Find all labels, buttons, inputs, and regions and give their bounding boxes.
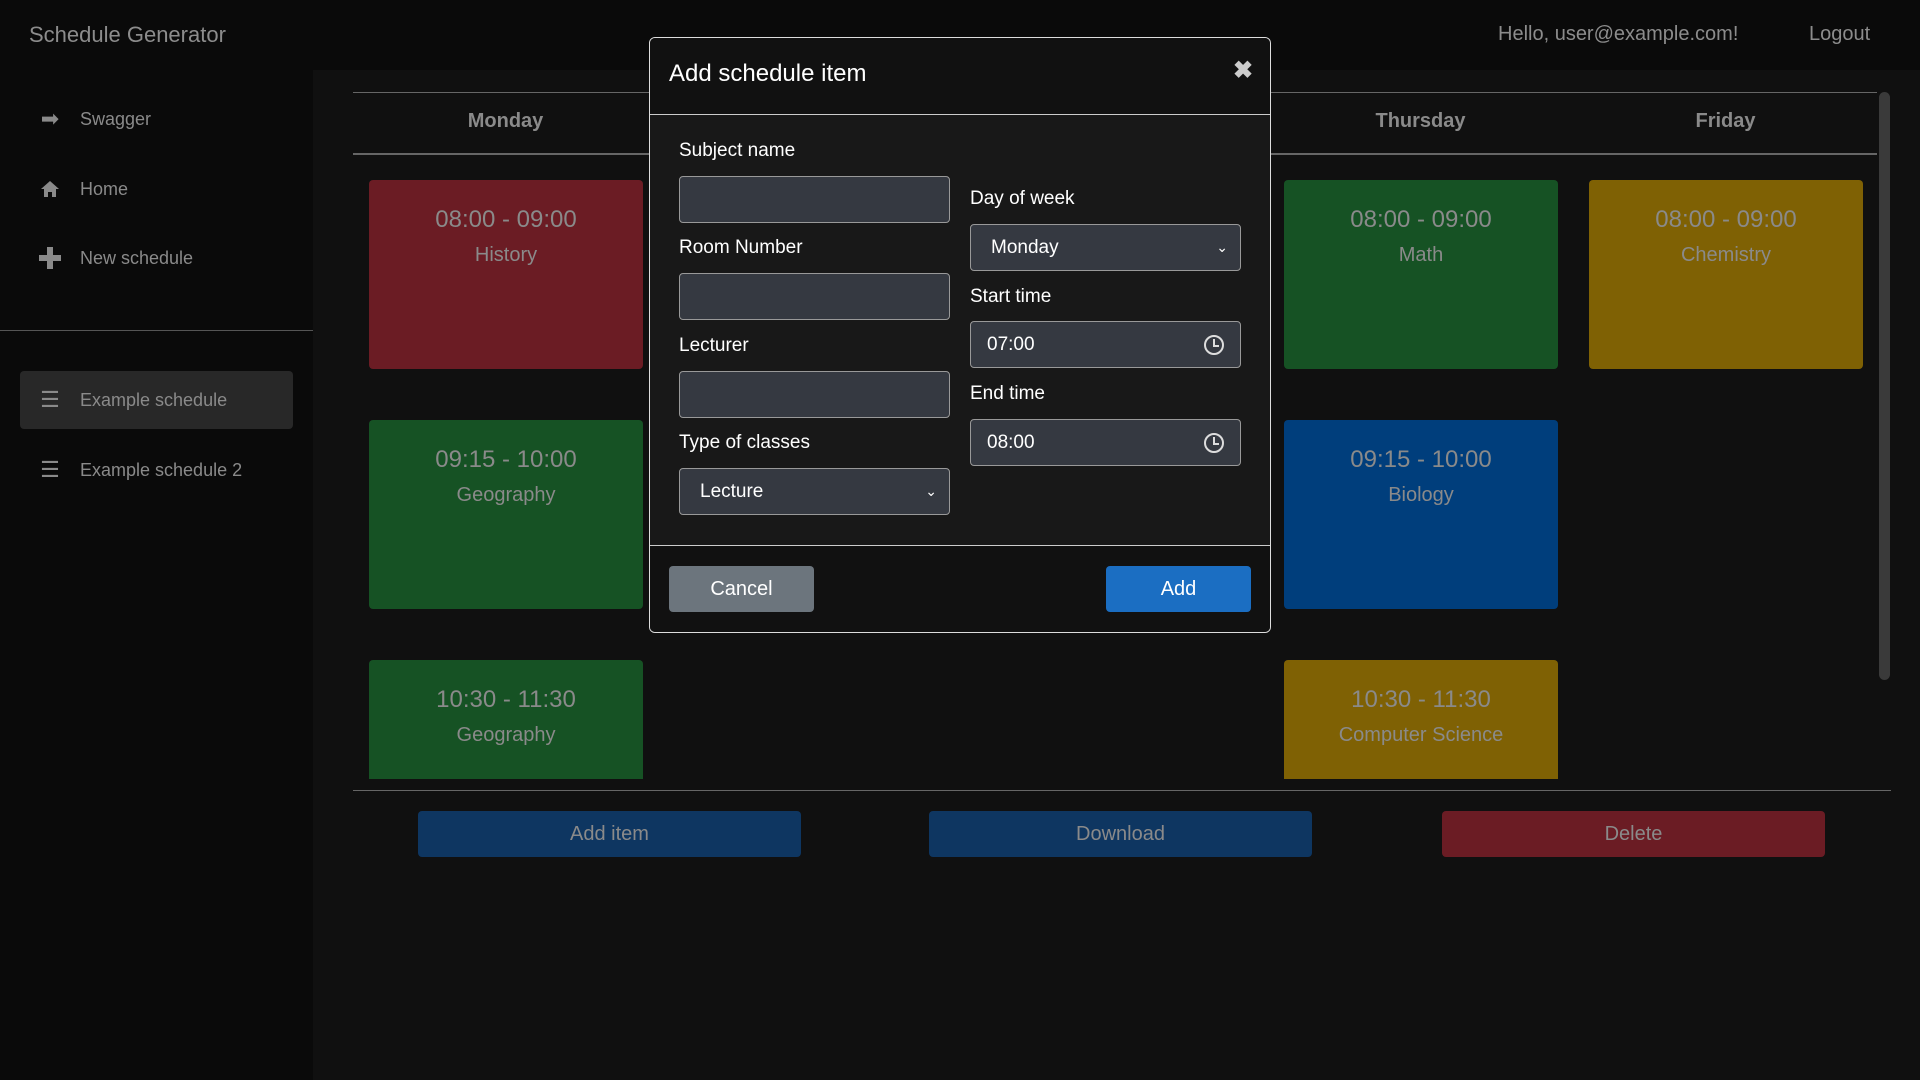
card-subject: Math	[1398, 244, 1444, 266]
sidebar-item-example-schedule-2[interactable]: ☰ Example schedule 2	[20, 441, 293, 499]
card-subject: History	[474, 244, 538, 266]
card-subject: Geography	[456, 484, 556, 506]
user-greeting: Hello, user@example.com!	[1498, 23, 1739, 45]
schedule-card[interactable]: 09:15 - 10:00 Geography	[369, 420, 643, 609]
logout-link[interactable]: Logout	[1809, 23, 1870, 46]
card-subject: Computer Science	[1338, 724, 1504, 746]
day-value: Monday	[991, 236, 1059, 258]
table-bottom-border	[353, 790, 1891, 791]
chevron-down-icon: ⌄	[925, 483, 937, 499]
chevron-down-icon: ⌄	[1216, 239, 1228, 255]
card-time: 09:15 - 10:00	[1350, 446, 1492, 473]
list-icon: ☰	[40, 387, 60, 412]
type-value: Lecture	[700, 480, 764, 502]
modal-header: Add schedule item ✖	[650, 38, 1270, 115]
home-icon	[20, 179, 80, 199]
clock-icon[interactable]	[1204, 433, 1224, 453]
sidebar-item-home[interactable]: Home	[20, 160, 293, 218]
start-time-label: Start time	[970, 286, 1052, 307]
end-time-input[interactable]: 08:00	[970, 419, 1241, 466]
close-icon[interactable]: ✖	[1233, 56, 1253, 85]
scrollbar[interactable]	[1879, 92, 1890, 680]
add-button[interactable]: Add	[1106, 566, 1251, 612]
sidebar-item-label: New schedule	[80, 247, 194, 268]
sidebar-item-label: Swagger	[80, 108, 152, 129]
card-subject: Geography	[456, 724, 556, 746]
sidebar-item-swagger[interactable]: ➡ Swagger	[20, 90, 293, 148]
day-header-thursday: Thursday	[1375, 110, 1466, 132]
cancel-button[interactable]: Cancel	[669, 566, 814, 612]
delete-button[interactable]: Delete	[1442, 811, 1825, 857]
schedule-card[interactable]: 09:15 - 10:00 Biology	[1284, 420, 1558, 609]
card-time: 08:00 - 09:00	[1655, 206, 1797, 233]
clock-icon[interactable]	[1204, 335, 1224, 355]
modal-title: Add schedule item	[669, 60, 867, 87]
start-time-value: 07:00	[987, 333, 1035, 355]
modal-footer: Cancel Add	[650, 545, 1270, 632]
card-time: 09:15 - 10:00	[435, 446, 577, 473]
sidebar-item-new-schedule[interactable]: New schedule	[20, 229, 293, 287]
day-header-friday: Friday	[1695, 110, 1756, 132]
sidebar-item-label: Home	[80, 178, 129, 199]
room-number-label: Room Number	[679, 237, 803, 258]
schedule-card[interactable]: 08:00 - 09:00 History	[369, 180, 643, 369]
list-icon: ☰	[40, 457, 60, 482]
start-time-input[interactable]: 07:00	[970, 321, 1241, 368]
sidebar-item-label: Example schedule	[80, 389, 228, 410]
add-item-button[interactable]: Add item	[418, 811, 801, 857]
card-time: 10:30 - 11:30	[436, 686, 576, 713]
card-subject: Chemistry	[1680, 244, 1771, 266]
end-time-label: End time	[970, 383, 1045, 404]
sidebar-divider	[0, 330, 313, 331]
room-number-input[interactable]	[679, 273, 950, 320]
schedule-card[interactable]: 10:30 - 11:30 Geography	[369, 660, 643, 779]
add-schedule-item-modal: Add schedule item ✖ Subject name Room Nu…	[649, 37, 1271, 633]
day-header-monday: Monday	[467, 110, 544, 132]
sidebar: ➡ Swagger Home New schedule ☰ Example sche…	[0, 70, 313, 1080]
card-time: 08:00 - 09:00	[435, 206, 577, 233]
day-of-week-label: Day of week	[970, 188, 1075, 209]
lecturer-label: Lecturer	[679, 335, 749, 356]
type-of-classes-label: Type of classes	[679, 432, 810, 453]
card-time: 08:00 - 09:00	[1350, 206, 1492, 233]
download-button[interactable]: Download	[929, 811, 1312, 857]
app-brand[interactable]: Schedule Generator	[29, 22, 226, 48]
plus-icon	[20, 247, 80, 269]
schedule-card[interactable]: 08:00 - 09:00 Chemistry	[1589, 180, 1863, 369]
card-subject: Biology	[1388, 484, 1454, 506]
schedule-card[interactable]: 08:00 - 09:00 Math	[1284, 180, 1558, 369]
subject-name-label: Subject name	[679, 140, 796, 161]
sidebar-item-label: Example schedule 2	[80, 459, 243, 480]
sidebar-item-example-schedule[interactable]: ☰ Example schedule	[20, 371, 293, 429]
lecturer-input[interactable]	[679, 371, 950, 418]
subject-name-input[interactable]	[679, 176, 950, 223]
schedule-card[interactable]: 10:30 - 11:30 Computer Science	[1284, 660, 1558, 779]
card-time: 10:30 - 11:30	[1351, 686, 1491, 713]
arrow-right-icon: ➡	[40, 106, 60, 131]
day-of-week-select[interactable]: Monday ⌄	[970, 224, 1241, 271]
end-time-value: 08:00	[987, 431, 1035, 453]
type-of-classes-select[interactable]: Lecture ⌄	[679, 468, 950, 515]
